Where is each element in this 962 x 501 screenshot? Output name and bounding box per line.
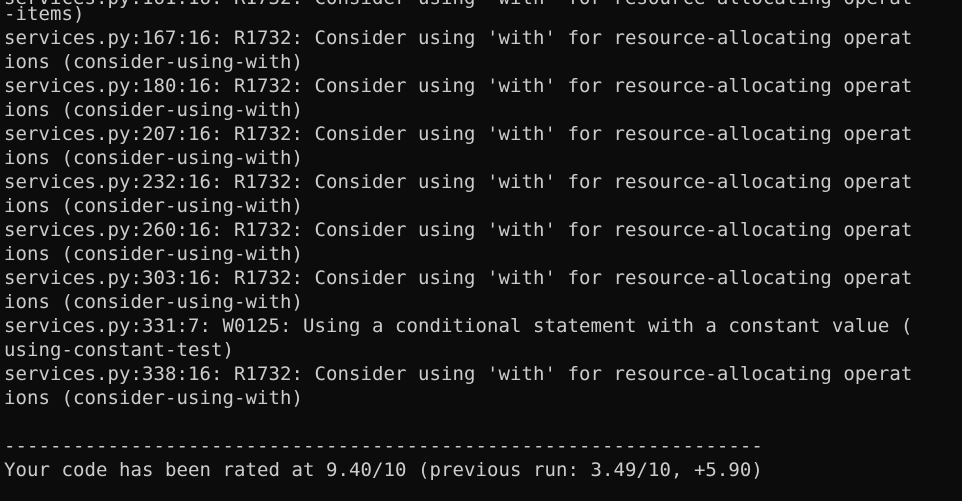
pylint-rating-summary: Your code has been rated at 9.40/10 (pre… <box>4 459 763 481</box>
terminal-line: services.py:167:16: R1732: Consider usin… <box>4 27 913 49</box>
terminal-line: ions (consider-using-with) <box>4 147 303 169</box>
terminal-line: ions (consider-using-with) <box>4 51 303 73</box>
terminal-line: services.py:180:16: R1732: Consider usin… <box>4 75 913 97</box>
terminal-line: services.py:331:7: W0125: Using a condit… <box>4 315 913 337</box>
terminal-line: -items) <box>4 3 85 25</box>
terminal-line: services.py:303:16: R1732: Consider usin… <box>4 267 913 289</box>
terminal-window[interactable]: services.py:161:16: R1732: Consider usin… <box>0 0 962 501</box>
terminal-line: ions (consider-using-with) <box>4 243 303 265</box>
terminal-line: ions (consider-using-with) <box>4 99 303 121</box>
terminal-line: services.py:207:16: R1732: Consider usin… <box>4 123 913 145</box>
terminal-line: ions (consider-using-with) <box>4 387 303 409</box>
terminal-line: services.py:338:16: R1732: Consider usin… <box>4 363 913 385</box>
terminal-line: services.py:232:16: R1732: Consider usin… <box>4 171 913 193</box>
terminal-separator: ----------------------------------------… <box>4 435 763 457</box>
terminal-line: services.py:260:16: R1732: Consider usin… <box>4 219 913 241</box>
terminal-line: ions (consider-using-with) <box>4 195 303 217</box>
terminal-line: ions (consider-using-with) <box>4 291 303 313</box>
terminal-line: using-constant-test) <box>4 339 234 361</box>
terminal-line-partial: services.py:161:16: R1732: Consider usin… <box>4 0 912 10</box>
